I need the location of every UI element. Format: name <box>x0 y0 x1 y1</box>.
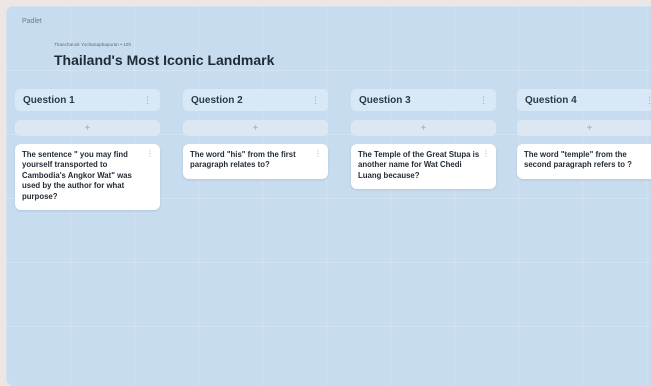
post-card[interactable]: The Temple of the Great Stupa is another… <box>351 144 496 190</box>
add-post-button[interactable]: + <box>15 120 160 136</box>
add-post-button[interactable]: + <box>517 120 651 136</box>
column-question-2: Question 2 ⋮ + The word "his" from the f… <box>183 89 328 179</box>
board-byline: Thanchanok Yochanapbapuran • 10h <box>54 42 132 47</box>
more-vertical-icon[interactable]: ⋮ <box>482 149 490 158</box>
column-question-4: Question 4 ⋮ + The word "temple" from th… <box>517 89 651 179</box>
column-header[interactable]: Question 1 ⋮ <box>15 89 160 111</box>
column-title: Question 3 <box>359 94 411 106</box>
add-post-button[interactable]: + <box>351 120 496 136</box>
column-question-1: Question 1 ⋮ + The sentence " you may fi… <box>15 89 160 211</box>
more-vertical-icon[interactable]: ⋮ <box>146 149 154 158</box>
post-text: The sentence " you may find yourself tra… <box>22 150 132 201</box>
post-text: The Temple of the Great Stupa is another… <box>358 150 480 180</box>
more-vertical-icon[interactable]: ⋮ <box>311 95 320 106</box>
more-vertical-icon[interactable]: ⋮ <box>645 95 651 106</box>
column-title: Question 4 <box>525 94 577 106</box>
more-vertical-icon[interactable]: ⋮ <box>314 149 322 158</box>
column-header[interactable]: Question 2 ⋮ <box>183 89 328 111</box>
post-text: The word "his" from the first paragraph … <box>190 150 296 170</box>
add-post-button[interactable]: + <box>183 120 328 136</box>
post-card[interactable]: The word "his" from the first paragraph … <box>183 144 328 179</box>
board-title: Thailand's Most Iconic Landmark <box>54 52 275 68</box>
column-header[interactable]: Question 3 ⋮ <box>351 89 496 111</box>
column-question-3: Question 3 ⋮ + The Temple of the Great S… <box>351 89 496 190</box>
padlet-board: Padlet Thanchanok Yochanapbapuran • 10h … <box>6 6 651 386</box>
column-title: Question 2 <box>191 94 243 106</box>
post-card[interactable]: The word "temple" from the second paragr… <box>517 144 651 179</box>
post-text: The word "temple" from the second paragr… <box>524 150 632 170</box>
post-card[interactable]: The sentence " you may find yourself tra… <box>15 144 160 211</box>
column-header[interactable]: Question 4 ⋮ <box>517 89 651 111</box>
app-brand[interactable]: Padlet <box>22 18 42 25</box>
more-vertical-icon[interactable]: ⋮ <box>143 95 152 106</box>
column-title: Question 1 <box>23 94 75 106</box>
more-vertical-icon[interactable]: ⋮ <box>479 95 488 106</box>
